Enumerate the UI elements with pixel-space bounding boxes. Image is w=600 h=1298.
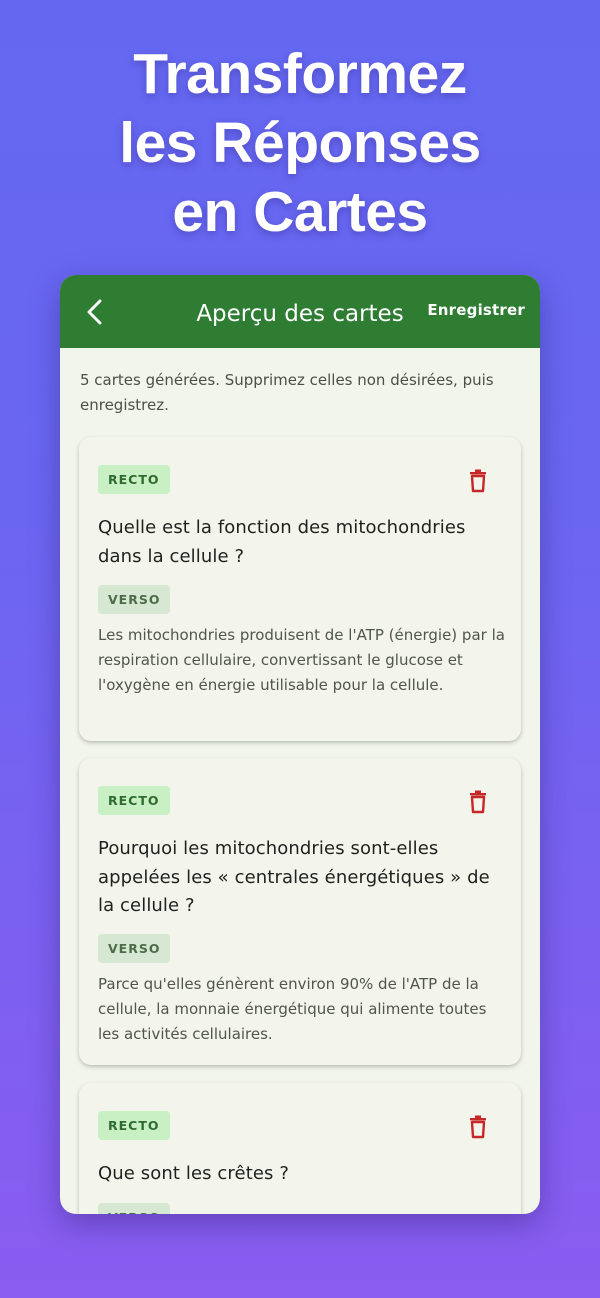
hero-title-line-2: les Réponses xyxy=(119,111,481,175)
phone-screen: Aperçu des cartes Enregistrer 5 cartes g… xyxy=(60,275,540,1214)
trash-icon xyxy=(470,469,486,493)
info-text: 5 cartes générées. Supprimez celles non … xyxy=(80,371,494,414)
card-question: Pourquoi les mitochondries sont-elles ap… xyxy=(98,838,490,916)
flashcard: RECTO Pourquoi les mitochondries sont-el… xyxy=(79,758,521,1065)
front-badge: RECTO xyxy=(98,1111,170,1140)
delete-card-button[interactable] xyxy=(467,1115,489,1139)
app-bar: Aperçu des cartes Enregistrer xyxy=(60,275,540,348)
hero-title-line-1: Transformez xyxy=(133,42,467,106)
card-question: Que sont les crêtes ? xyxy=(98,1163,289,1184)
flashcard: RECTO Que sont les crêtes ? VERSO xyxy=(79,1083,521,1214)
card-answer: Parce qu'elles génèrent environ 90% de l… xyxy=(98,975,487,1043)
front-badge: RECTO xyxy=(98,786,170,815)
front-badge: RECTO xyxy=(98,465,170,494)
trash-icon xyxy=(470,1115,486,1139)
card-list[interactable]: 5 cartes générées. Supprimez celles non … xyxy=(60,348,540,1214)
delete-card-button[interactable] xyxy=(467,790,489,814)
delete-card-button[interactable] xyxy=(467,469,489,493)
back-button[interactable] xyxy=(78,295,112,329)
save-button[interactable]: Enregistrer xyxy=(427,301,525,319)
card-question: Quelle est la fonction des mitochondries… xyxy=(98,517,466,567)
back-badge: VERSO xyxy=(98,585,171,614)
flashcard: RECTO Quelle est la fonction des mitocho… xyxy=(79,437,521,741)
back-badge: VERSO xyxy=(98,1203,171,1214)
hero-title-line-3: en Cartes xyxy=(172,180,428,244)
back-badge: VERSO xyxy=(98,934,171,963)
trash-icon xyxy=(470,790,486,814)
card-answer: Les mitochondries produisent de l'ATP (é… xyxy=(98,626,505,694)
hero-title: Transformez les Réponses en Cartes xyxy=(0,40,600,247)
chevron-left-icon xyxy=(87,299,102,325)
